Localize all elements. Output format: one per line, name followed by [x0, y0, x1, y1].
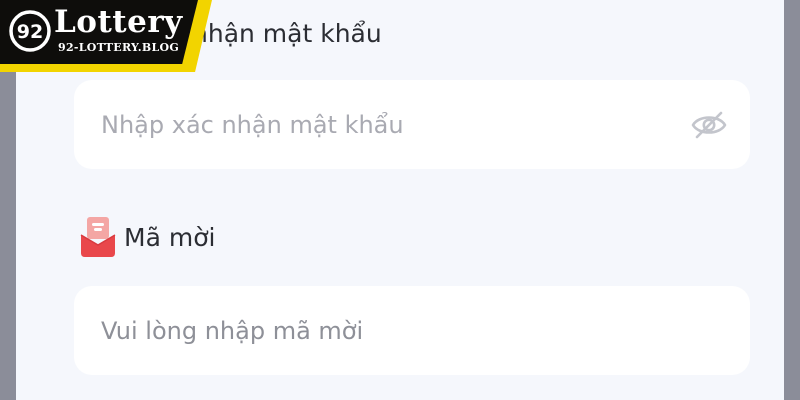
invite-code-label: Mã mời	[79, 215, 215, 259]
confirm-password-label: nhận mật khẩu	[192, 13, 382, 53]
gift-box-icon	[79, 215, 117, 259]
logo-name: Lottery	[54, 4, 183, 40]
confirm-password-input[interactable]	[101, 104, 688, 145]
invite-code-field[interactable]	[74, 286, 750, 375]
invite-code-label-text: Mã mời	[124, 222, 216, 252]
logo-domain: 92-LOTTERY.BLOG	[58, 41, 180, 54]
confirm-password-field[interactable]	[74, 80, 750, 169]
watermark-logo: 92 Lottery 92-LOTTERY.BLOG	[0, 0, 212, 72]
invite-code-input[interactable]	[101, 310, 730, 351]
logo-glyph: 92	[17, 21, 43, 43]
screen: nhận mật khẩu Mã mời Vui lòng nhập mã mờ…	[0, 0, 800, 400]
lottery-ball-icon: 92	[9, 10, 51, 52]
eye-off-icon[interactable]	[688, 104, 730, 146]
confirm-password-label-text: nhận mật khẩu	[192, 18, 382, 48]
watermark-logo-background: 92 Lottery 92-LOTTERY.BLOG	[0, 0, 198, 64]
